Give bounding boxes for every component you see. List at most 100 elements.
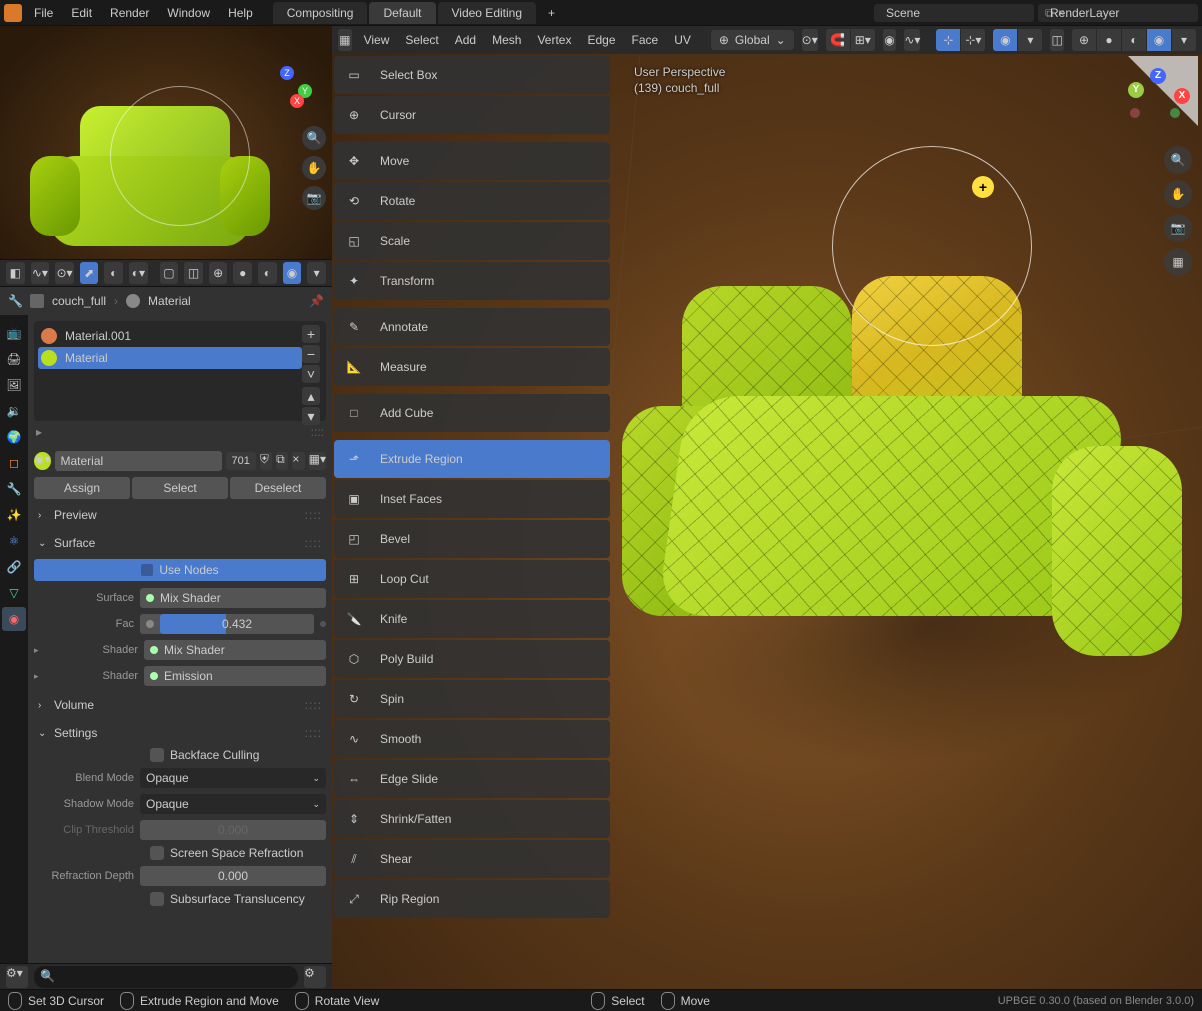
menu-edit[interactable]: Edit — [71, 6, 92, 20]
material-slot-item[interactable]: Material — [38, 347, 302, 369]
shader-value[interactable]: Mix Shader — [144, 640, 326, 660]
viewlayer-name-input[interactable] — [1050, 6, 1202, 20]
pan-icon[interactable]: ✋ — [1164, 180, 1192, 208]
drag-handle-icon[interactable]: :::: — [305, 698, 322, 712]
tab-particles-icon[interactable]: ✨ — [2, 503, 26, 527]
overlay2-icon[interactable]: ◫ — [184, 262, 203, 284]
remove-material-slot-button[interactable]: − — [302, 345, 320, 363]
deselect-button[interactable]: Deselect — [230, 477, 326, 499]
material-browse-icon[interactable]: ◉▾ — [34, 452, 51, 470]
tool-gizmo-circle-icon[interactable] — [832, 146, 1032, 346]
shading-dd-icon[interactable]: ▾ — [307, 262, 326, 284]
tab-world-icon[interactable]: 🌍 — [2, 425, 26, 449]
viewport-menu-mesh[interactable]: Mesh — [488, 33, 525, 47]
preview-panel-header[interactable]: › Preview :::: — [34, 503, 326, 527]
shading-material-icon[interactable]: ◐ — [1122, 29, 1146, 51]
backface-checkbox[interactable] — [150, 748, 164, 762]
move-slot-down-icon[interactable]: ▾ — [302, 407, 320, 425]
show-gizmo-icon[interactable]: ⊹ — [936, 29, 960, 51]
mode-dropdown-icon[interactable]: ∿▾ — [31, 262, 50, 284]
axis-z-icon[interactable]: Z — [280, 66, 294, 80]
drag-dots-icon[interactable]: :::: — [311, 425, 324, 439]
pivot-icon[interactable]: ⊙▾ — [55, 262, 74, 284]
blend-mode-dropdown[interactable]: Opaque⌄ — [140, 768, 326, 788]
tool-icon[interactable]: 🔧 — [8, 294, 22, 308]
axis-x-icon[interactable]: X — [290, 94, 304, 108]
surface-value[interactable]: Mix Shader — [140, 588, 326, 608]
menu-window[interactable]: Window — [167, 6, 210, 20]
extrude-plus-handle-icon[interactable]: + — [972, 176, 994, 198]
workspace-tab-video-editing[interactable]: Video Editing — [438, 2, 537, 24]
viewport-menu-select[interactable]: Select — [401, 33, 442, 47]
axis-y-icon[interactable]: Y — [1128, 82, 1144, 98]
refraction-depth-input[interactable]: 0.000 — [140, 866, 326, 886]
axis-z-icon[interactable]: Z — [1150, 68, 1166, 84]
tool-move[interactable]: ✥Move — [334, 142, 610, 180]
assign-button[interactable]: Assign — [34, 477, 130, 499]
tab-output-icon[interactable]: 🖨 — [2, 347, 26, 371]
material-users-count[interactable]: 701 — [226, 452, 256, 470]
shading-solid-icon[interactable]: ● — [233, 262, 252, 284]
tool-inset-faces[interactable]: ▣Inset Faces — [334, 480, 610, 518]
ssr-checkbox[interactable] — [150, 846, 164, 860]
tool-loop-cut[interactable]: ⊞Loop Cut — [334, 560, 610, 598]
expand-arrow-icon[interactable]: ▸ — [36, 425, 42, 439]
camera-view-icon[interactable]: 📷 — [302, 186, 326, 210]
zoom-icon[interactable]: 🔍 — [302, 126, 326, 150]
pivot-icon[interactable]: ⊙▾ — [802, 29, 818, 51]
new-material-icon[interactable]: ⧉ — [276, 452, 288, 470]
expand-icon[interactable]: ▸ — [34, 645, 44, 656]
tool-rotate[interactable]: ⟲Rotate — [334, 182, 610, 220]
axis-neg-icon[interactable] — [1130, 108, 1140, 118]
expand-icon[interactable]: ▸ — [34, 671, 44, 682]
xray-icon[interactable]: ◫ — [1050, 29, 1064, 51]
shadow-mode-dropdown[interactable]: Opaque⌄ — [140, 794, 326, 814]
proportional-falloff-icon[interactable]: ∿▾ — [904, 29, 920, 51]
select-button[interactable]: Select — [132, 477, 228, 499]
shading-matprev-icon[interactable]: ◐ — [258, 262, 277, 284]
viewport-menu-face[interactable]: Face — [628, 33, 663, 47]
shading-solid-icon[interactable]: ● — [1097, 29, 1121, 51]
axis-neg-icon[interactable] — [1170, 108, 1180, 118]
move-slot-up-icon[interactable]: ▴ — [302, 387, 320, 405]
menu-render[interactable]: Render — [110, 6, 149, 20]
tab-scene-icon[interactable]: 🔉 — [2, 399, 26, 423]
tab-data-icon[interactable]: ▽ — [2, 581, 26, 605]
drag-handle-icon[interactable]: :::: — [305, 508, 322, 522]
use-nodes-button[interactable]: Use Nodes — [34, 559, 326, 581]
fake-user-icon[interactable]: ⛨ — [260, 452, 272, 470]
tab-constraints-icon[interactable]: 🔗 — [2, 555, 26, 579]
show-overlays-icon[interactable]: ◉ — [993, 29, 1017, 51]
shading-wireframe-icon[interactable]: ⊕ — [1072, 29, 1096, 51]
viewport-menu-vertex[interactable]: Vertex — [533, 33, 575, 47]
shading-wire-icon[interactable]: ⊕ — [209, 262, 228, 284]
menu-help[interactable]: Help — [228, 6, 253, 20]
sss-checkbox[interactable] — [150, 892, 164, 906]
shading-rendered-icon[interactable]: ◉ — [1147, 29, 1171, 51]
delete-scene-icon[interactable]: × — [1058, 6, 1065, 20]
workspace-tab-compositing[interactable]: Compositing — [273, 2, 368, 24]
drag-handle-icon[interactable]: :::: — [305, 536, 322, 550]
pin-icon[interactable]: 📌 — [309, 294, 324, 308]
tool-shear[interactable]: ⫽Shear — [334, 840, 610, 878]
prop-edit2-icon[interactable]: ◐▾ — [129, 262, 148, 284]
tab-object-icon[interactable]: ◻ — [2, 451, 26, 475]
snap-icon[interactable]: ⬈ — [80, 262, 99, 284]
tool-shrink-fatten[interactable]: ⇕Shrink/Fatten — [334, 800, 610, 838]
tool-transform[interactable]: ✦Transform — [334, 262, 610, 300]
viewport-axis-gizmo[interactable]: Z Y X — [1122, 62, 1192, 132]
orientation-dropdown[interactable]: ⊕ Global ⌄ — [711, 30, 794, 50]
zoom-icon[interactable]: 🔍 — [1164, 146, 1192, 174]
options-icon[interactable]: ⚙ — [304, 966, 326, 988]
volume-panel-header[interactable]: › Volume :::: — [34, 693, 326, 717]
breadcrumb-object[interactable]: couch_full — [52, 294, 106, 308]
unlink-material-icon[interactable]: × — [292, 452, 304, 470]
tool-select-box[interactable]: ▭Select Box — [334, 56, 610, 94]
shading-rendered-icon[interactable]: ◉ — [283, 262, 302, 284]
breadcrumb-material[interactable]: Material — [148, 294, 191, 308]
shader-value[interactable]: Emission — [144, 666, 326, 686]
settings-panel-header[interactable]: ⌄ Settings :::: — [34, 721, 326, 745]
overlay1-icon[interactable]: ▢ — [160, 262, 179, 284]
tab-material-icon[interactable]: ◉ — [2, 607, 26, 631]
tool-scale[interactable]: ◱Scale — [334, 222, 610, 260]
